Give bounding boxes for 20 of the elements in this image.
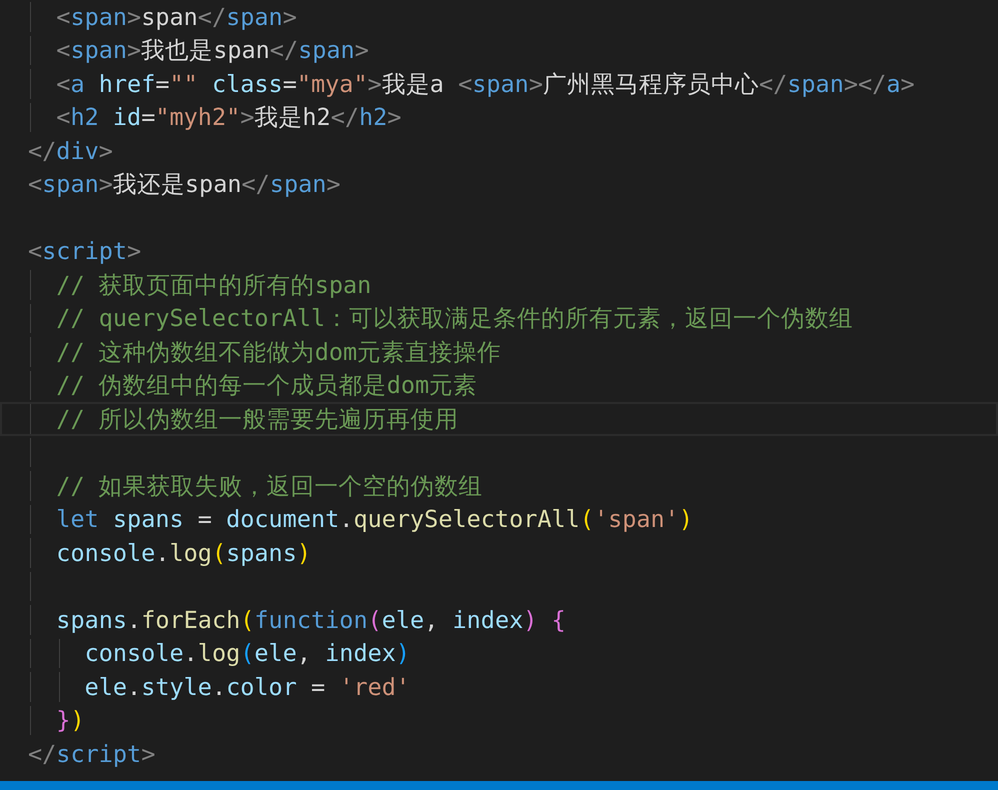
code-line: }): [55, 705, 85, 736]
code-line: <h2 id="myh2">我是h2</h2>: [55, 102, 402, 132]
code-line: // 获取页面中的所有的span: [55, 270, 372, 300]
code-line: // querySelectorAll：可以获取满足条件的所有元素，返回一个伪数组: [55, 303, 854, 334]
code-line: console.log(spans): [55, 538, 312, 568]
code-line: <span>我还是span</span>: [28, 169, 341, 200]
code-line: <script>: [28, 236, 142, 266]
code-line: spans.forEach(function(ele, index) {: [55, 604, 566, 635]
code-line: console.log(ele, index): [84, 638, 410, 668]
code-line: // 这种伪数组不能做为dom元素直接操作: [55, 336, 502, 367]
code-line: // 如果获取失败，返回一个空的伪数组: [55, 470, 483, 501]
code-line: </script>: [28, 738, 156, 769]
code-line: ele.style.color = 'red': [84, 672, 410, 702]
code-line: let spans = document.querySelectorAll('span'): [55, 504, 694, 534]
code-line: <span>我也是span</span>: [55, 35, 369, 66]
code-line: // 所以伪数组一般需要先遍历再使用: [55, 404, 459, 434]
code-line: </div>: [28, 136, 113, 166]
code-line: // 伪数组中的每一个成员都是dom元素: [55, 370, 478, 400]
code-line: <a href="" class="mya">我是a <span>广州黑马程序员中心</span></a>: [55, 68, 915, 99]
code-line: <span>span</span>: [55, 2, 297, 32]
